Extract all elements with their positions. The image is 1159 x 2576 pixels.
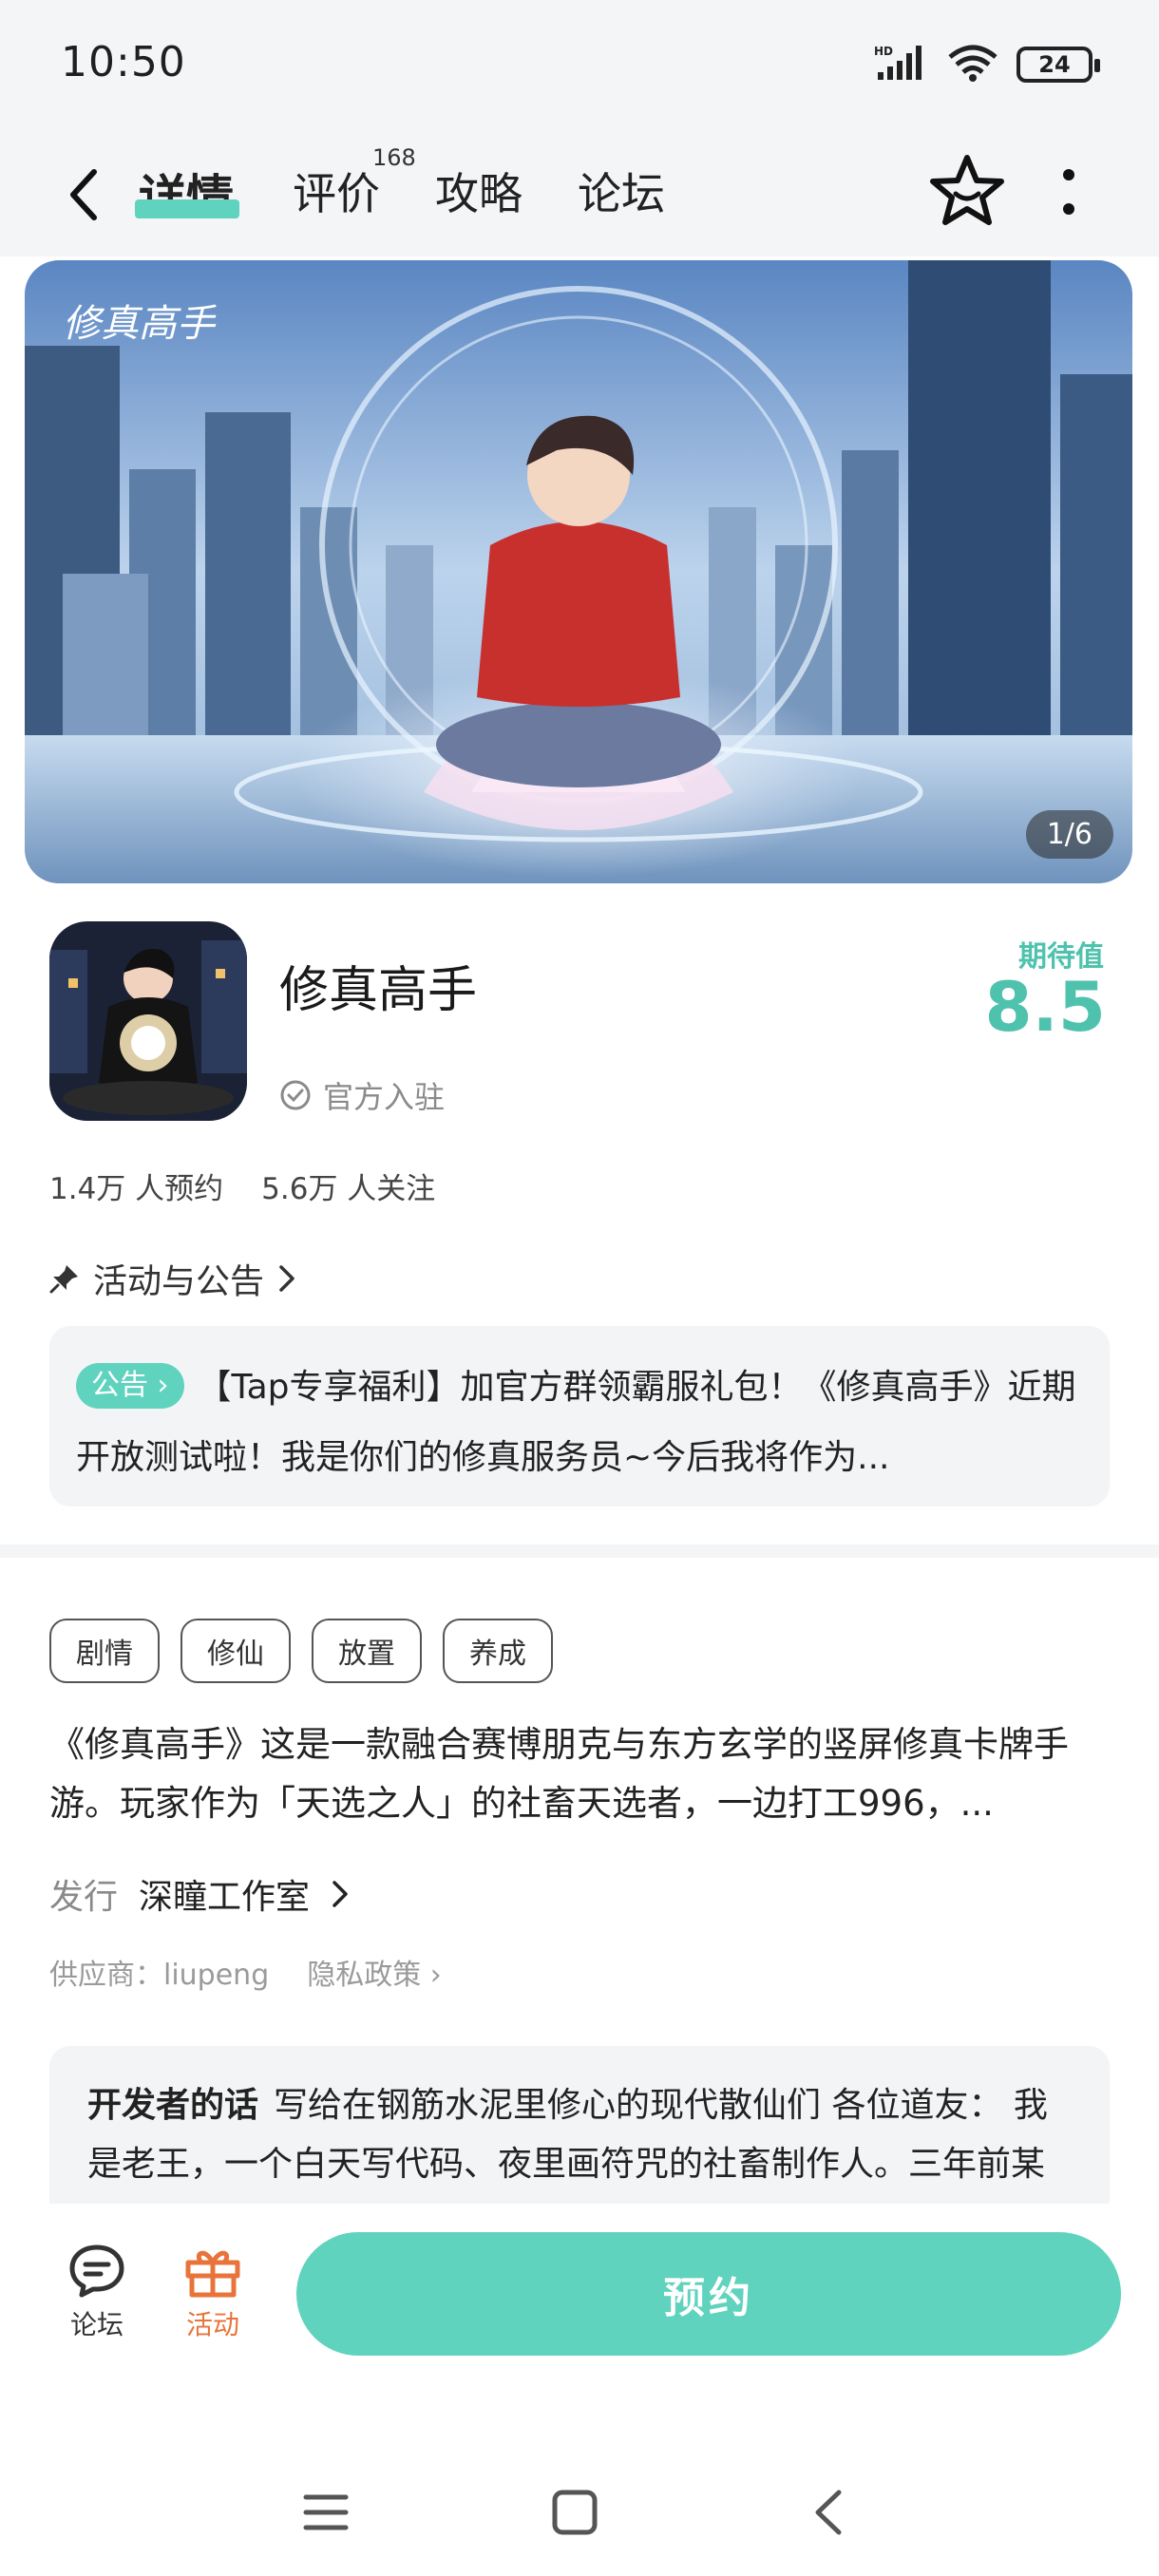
expect-score: 8.5 — [984, 967, 1106, 1047]
wifi-icon — [946, 44, 999, 85]
reserve-button[interactable]: 预约 — [296, 2232, 1121, 2356]
pin-icon — [49, 1265, 78, 1294]
supplier-row: 供应商：liupeng 隐私政策 › — [49, 1951, 442, 1993]
notice-card[interactable]: 公告 › 【Tap专享福利】加官方群领霸服礼包！《修真高手》近期开放测试啦！我是你… — [49, 1326, 1110, 1506]
active-tab-indicator — [135, 199, 239, 218]
tab-forum[interactable]: 论坛 — [578, 160, 665, 222]
image-counter: 1/6 — [1025, 810, 1113, 859]
home-square-icon — [552, 2490, 598, 2535]
activity-label: 活动 — [185, 2309, 239, 2340]
section-divider — [0, 1544, 1159, 1558]
system-back-button[interactable] — [794, 2479, 861, 2546]
chevron-right-icon — [332, 1881, 348, 1907]
bottom-action-bar: 论坛 活动 预约 — [0, 2204, 1159, 2384]
chevron-left-icon — [815, 2490, 842, 2535]
publisher-label: 发行 — [49, 1878, 119, 1917]
app-icon — [49, 921, 247, 1121]
publisher-row[interactable]: 发行 深瞳工作室 — [49, 1869, 350, 1919]
svg-text:HD: HD — [874, 45, 893, 58]
official-label: 官方入驻 — [323, 1079, 446, 1115]
supplier-label: 供应商：liupeng — [49, 1959, 270, 1992]
tab-reviews[interactable]: 评价 — [293, 160, 380, 222]
privacy-policy-link[interactable]: 隐私政策 › — [307, 1951, 442, 1993]
activity-notice-header[interactable]: 活动与公告 — [49, 1254, 296, 1303]
back-button[interactable] — [55, 161, 112, 228]
follower-count: 5.6万 人关注 — [261, 1172, 436, 1206]
tag-xianxia[interactable]: 修仙 — [180, 1619, 291, 1683]
reservation-count: 1.4万 人预约 — [49, 1172, 224, 1206]
tag-list: 剧情 修仙 放置 养成 — [49, 1619, 553, 1683]
home-button[interactable] — [542, 2479, 608, 2546]
gift-icon — [185, 2250, 240, 2298]
menu-icon — [303, 2494, 349, 2530]
game-description[interactable]: 《修真高手》这是一款融合赛博朋克与东方玄学的竖屏修真卡牌手游。玩家作为「天选之人… — [49, 1715, 1110, 1833]
tag-growth[interactable]: 养成 — [443, 1619, 553, 1683]
svg-text:修真高手: 修真高手 — [63, 302, 217, 346]
favorite-button[interactable] — [929, 152, 1005, 228]
battery-indicator: 24 — [1016, 47, 1100, 83]
tag-story[interactable]: 剧情 — [49, 1619, 160, 1683]
chevron-right-icon — [279, 1265, 294, 1292]
recent-apps-button[interactable] — [293, 2479, 359, 2546]
app-title: 修真高手 — [279, 962, 478, 1019]
notice-badge: 公告 › — [76, 1363, 184, 1409]
notice-text: 【Tap专享福利】加官方群领霸服礼包！《修真高手》近期开放测试啦！我是你们的修真… — [76, 1368, 1076, 1477]
tag-idle[interactable]: 放置 — [312, 1619, 422, 1683]
status-icons: HD 24 — [874, 44, 1100, 85]
forum-button[interactable]: 论坛 — [49, 2242, 144, 2342]
hero-banner[interactable]: 修真高手 1/6 — [25, 260, 1132, 883]
developer-note-title: 开发者的话 — [87, 2086, 259, 2125]
more-dot-icon — [1063, 169, 1074, 180]
notice-heading: 活动与公告 — [93, 1262, 265, 1301]
star-icon — [930, 155, 1004, 225]
more-options-button[interactable] — [1054, 163, 1083, 220]
hero-artwork: 修真高手 — [25, 260, 1132, 883]
publisher-name: 深瞳工作室 — [139, 1878, 311, 1917]
tab-guides[interactable]: 攻略 — [435, 160, 522, 222]
chat-bubble-icon — [69, 2245, 124, 2298]
chevron-left-icon — [70, 169, 97, 220]
status-time: 10:50 — [61, 38, 186, 86]
activity-button[interactable]: 活动 — [165, 2242, 260, 2342]
more-dot-icon — [1063, 203, 1074, 215]
system-navigation-bar — [0, 2384, 1159, 2576]
status-bar: 10:50 HD 24 — [0, 0, 1159, 133]
reviews-count-badge: 168 — [372, 144, 416, 171]
verified-check-icon — [280, 1080, 311, 1110]
official-badge: 官方入驻 — [279, 1073, 445, 1117]
hd-signal-icon: HD — [874, 44, 929, 85]
app-stats: 1.4万 人预约 5.6万 人关注 — [49, 1165, 435, 1207]
forum-label: 论坛 — [69, 2309, 124, 2340]
